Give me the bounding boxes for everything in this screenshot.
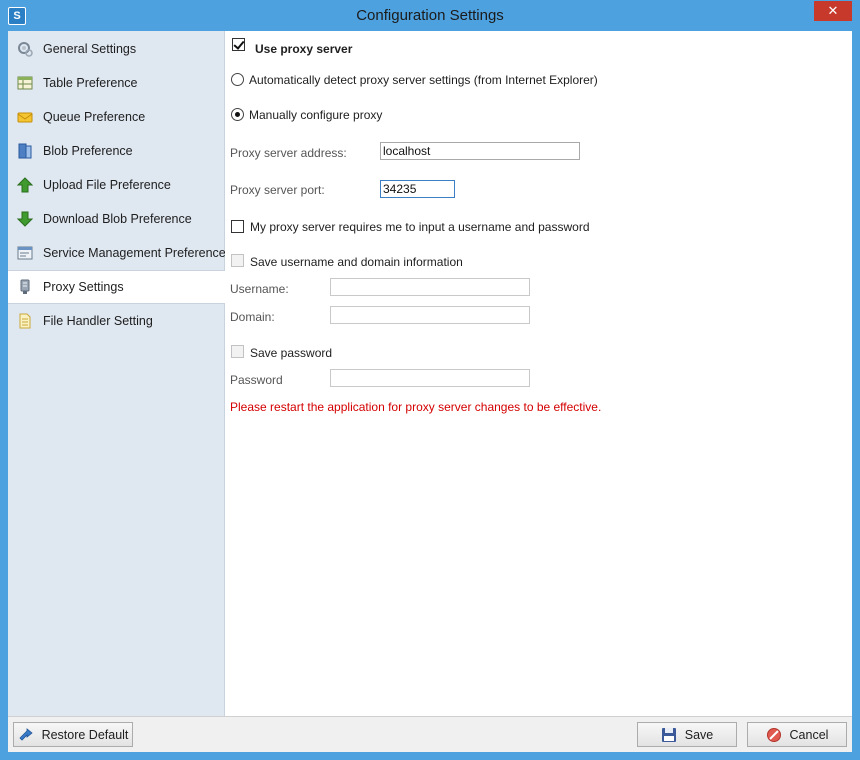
use-proxy-label: Use proxy server (255, 42, 353, 56)
sidebar-item-file-handler-setting[interactable]: File Handler Setting (8, 304, 225, 338)
domain-label: Domain: (230, 310, 275, 324)
floppy-disk-icon (661, 727, 677, 743)
sidebar-item-queue-preference[interactable]: Queue Preference (8, 100, 225, 134)
cancel-circle-icon (766, 727, 782, 743)
proxy-address-label: Proxy server address: (230, 146, 347, 160)
window-title: Configuration Settings (356, 7, 504, 24)
save-password-checkbox[interactable] (231, 345, 244, 358)
sidebar-item-service-management-preference[interactable]: Service Management Preference (8, 236, 225, 270)
proxy-port-input[interactable]: 34235 (380, 180, 455, 198)
table-icon (17, 75, 33, 91)
domain-input[interactable] (330, 306, 530, 324)
save-password-label: Save password (250, 346, 333, 360)
gear-icon (17, 41, 33, 57)
download-arrow-icon (16, 211, 34, 227)
sidebar-item-label: Download Blob Preference (43, 212, 192, 226)
cancel-label: Cancel (789, 727, 829, 742)
save-button[interactable]: Save (637, 722, 737, 747)
service-window-icon (17, 245, 33, 261)
username-input[interactable] (330, 278, 530, 296)
restore-default-button[interactable]: Restore Default (13, 722, 133, 747)
use-proxy-checkbox[interactable] (232, 38, 245, 51)
file-icon (17, 313, 33, 329)
app-window: S Configuration Settings ✕ General Setti… (0, 0, 860, 760)
password-input[interactable] (330, 369, 530, 387)
sidebar-item-label: Table Preference (43, 76, 138, 90)
sidebar-item-proxy-settings[interactable]: Proxy Settings (8, 270, 226, 304)
restart-notice: Please restart the application for proxy… (230, 400, 602, 414)
cancel-button[interactable]: Cancel (747, 722, 847, 747)
sidebar-item-label: File Handler Setting (43, 314, 153, 328)
dialog-footer: Restore Default Save Cancel (8, 716, 852, 752)
auto-detect-label: Automatically detect proxy server settin… (249, 73, 598, 87)
dialog-body: General Settings Table Preference Queue … (8, 31, 852, 752)
restore-arrow-icon (18, 727, 34, 743)
sidebar-item-label: General Settings (43, 42, 137, 56)
sidebar-item-download-blob-preference[interactable]: Download Blob Preference (8, 202, 225, 236)
sidebar-item-label: Service Management Preference (43, 246, 225, 260)
upload-arrow-icon (16, 177, 34, 193)
sidebar-item-table-preference[interactable]: Table Preference (8, 66, 225, 100)
proxy-port-label: Proxy server port: (230, 183, 325, 197)
title-bar[interactable]: S Configuration Settings ✕ (0, 0, 860, 32)
sidebar-item-label: Queue Preference (43, 110, 146, 124)
proxy-settings-panel: Use proxy server Automatically detect pr… (225, 31, 852, 716)
sidebar-item-general-settings[interactable]: General Settings (8, 32, 225, 66)
close-icon: ✕ (827, 3, 839, 18)
proxy-address-input[interactable]: localhost (380, 142, 580, 160)
proxy-server-icon (17, 279, 33, 295)
requires-auth-checkbox[interactable] (231, 220, 244, 233)
sidebar-item-label: Proxy Settings (43, 280, 124, 294)
manual-config-radio[interactable] (231, 108, 244, 121)
blob-icon (17, 143, 33, 159)
username-label: Username: (230, 282, 289, 296)
queue-icon (17, 109, 33, 125)
sidebar-item-blob-preference[interactable]: Blob Preference (8, 134, 225, 168)
settings-sidebar: General Settings Table Preference Queue … (8, 31, 226, 716)
save-user-info-label: Save username and domain information (250, 255, 463, 269)
requires-auth-label: My proxy server requires me to input a u… (250, 220, 590, 234)
sidebar-item-label: Upload File Preference (43, 178, 171, 192)
sidebar-item-upload-file-preference[interactable]: Upload File Preference (8, 168, 225, 202)
password-label: Password (230, 373, 283, 387)
save-user-info-checkbox[interactable] (231, 254, 244, 267)
auto-detect-radio[interactable] (231, 73, 244, 86)
sidebar-item-label: Blob Preference (43, 144, 133, 158)
save-label: Save (684, 727, 714, 742)
close-button[interactable]: ✕ (814, 1, 852, 21)
manual-config-label: Manually configure proxy (249, 108, 383, 122)
restore-default-label: Restore Default (41, 727, 129, 742)
